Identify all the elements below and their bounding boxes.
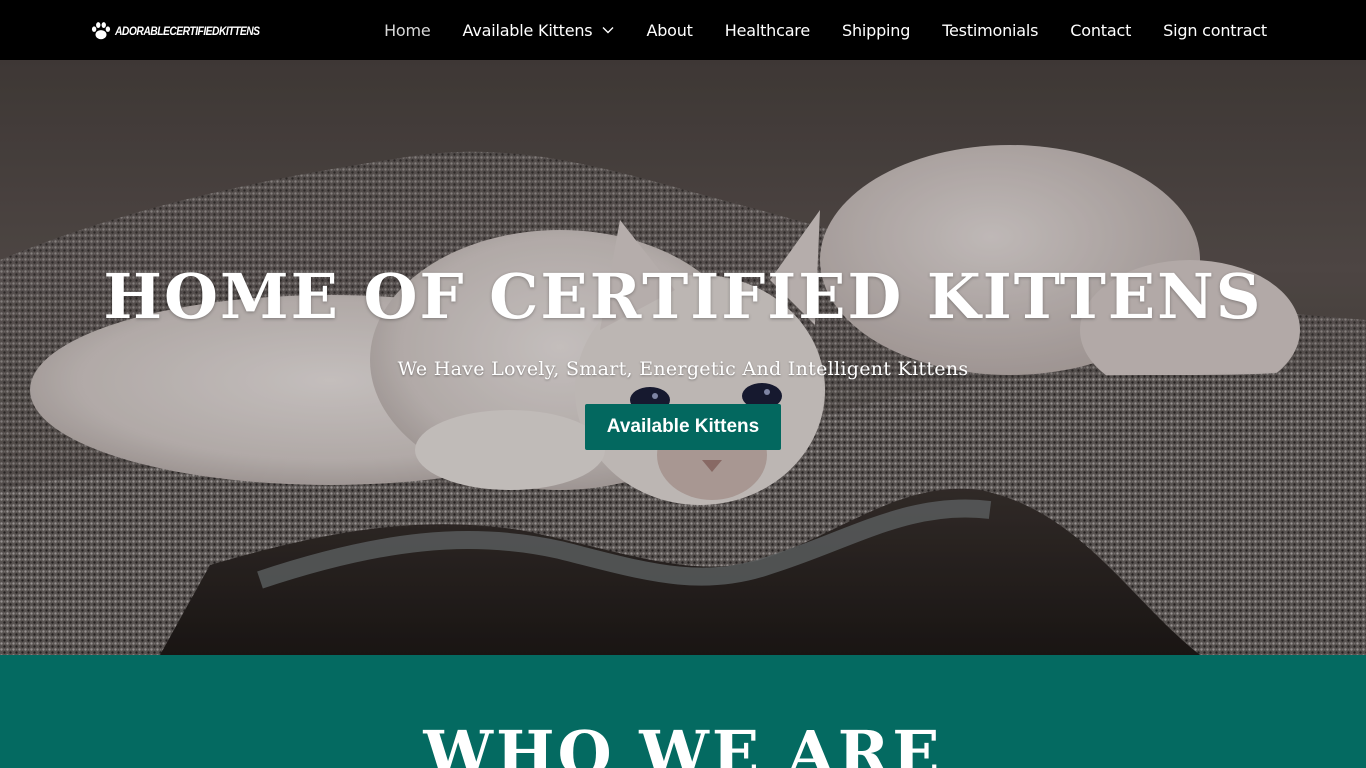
nav-contact-label: Contact bbox=[1070, 20, 1132, 40]
nav-home-label: Home bbox=[384, 20, 431, 40]
nav-sign-contract-label: Sign contract bbox=[1163, 20, 1267, 40]
chevron-down-icon bbox=[602, 27, 614, 34]
nav-home[interactable]: Home bbox=[384, 20, 431, 40]
main-nav: Home Available Kittens About Healthcare … bbox=[384, 0, 1267, 60]
nav-healthcare-label: Healthcare bbox=[724, 20, 810, 40]
hero-section: HOME OF CERTIFIED KITTENS We Have Lovely… bbox=[0, 60, 1366, 655]
available-kittens-button[interactable]: Available Kittens bbox=[585, 404, 781, 450]
nav-testimonials-label: Testimonials bbox=[942, 20, 1039, 40]
nav-sign-contract[interactable]: Sign contract bbox=[1163, 21, 1267, 40]
who-we-are-section: WHO WE ARE bbox=[0, 655, 1366, 768]
nav-shipping-label: Shipping bbox=[841, 20, 911, 40]
nav-available-kittens[interactable]: Available Kittens bbox=[463, 21, 615, 40]
nav-contact[interactable]: Contact bbox=[1070, 21, 1131, 40]
section-title: WHO WE ARE bbox=[423, 717, 943, 768]
site-logo[interactable]: ADORABLECERTIFIEDKITTENS bbox=[90, 20, 283, 42]
hero-title: HOME OF CERTIFIED KITTENS bbox=[103, 260, 1263, 333]
hero-subtitle: We Have Lovely, Smart, Energetic And Int… bbox=[397, 358, 969, 380]
paw-icon bbox=[91, 22, 111, 40]
logo-text: ADORABLECERTIFIEDKITTENS bbox=[115, 24, 260, 38]
nav-about-label: About bbox=[646, 20, 693, 40]
nav-testimonials[interactable]: Testimonials bbox=[942, 21, 1038, 40]
nav-healthcare[interactable]: Healthcare bbox=[725, 21, 810, 40]
nav-about[interactable]: About bbox=[646, 20, 693, 40]
site-header: ADORABLECERTIFIEDKITTENS Home Available … bbox=[0, 0, 1366, 60]
nav-available-kittens-label: Available Kittens bbox=[462, 20, 593, 40]
nav-shipping[interactable]: Shipping bbox=[842, 21, 910, 40]
